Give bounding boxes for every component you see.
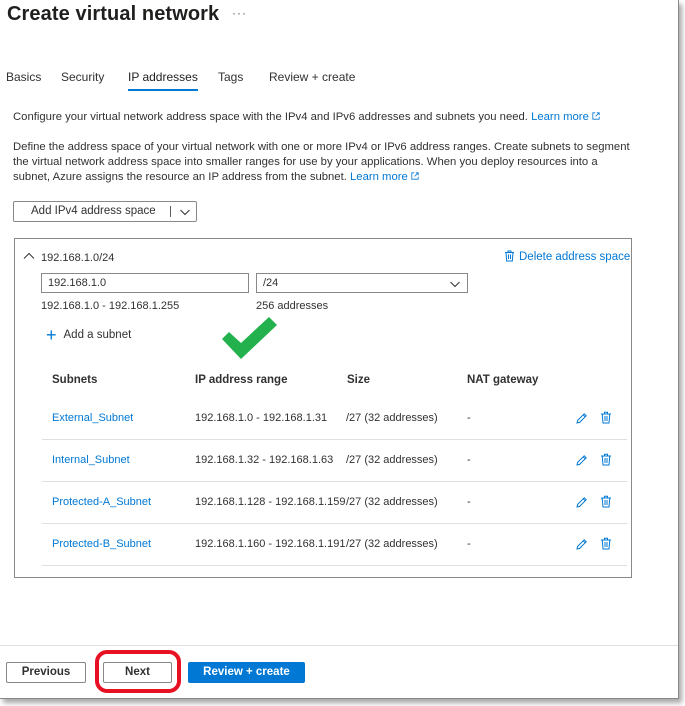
footer-divider	[0, 645, 678, 646]
tab-basics[interactable]: Basics	[6, 70, 41, 84]
column-header-nat-gateway: NAT gateway	[467, 374, 539, 386]
tab-ip-addresses[interactable]: IP addresses	[128, 70, 198, 91]
subnet-name-link[interactable]: Protected-B_Subnet	[52, 538, 151, 550]
add-subnet-button[interactable]: + Add a subnet	[46, 325, 131, 346]
subnet-name-link[interactable]: Internal_Subnet	[52, 454, 130, 466]
create-vnet-page: Create virtual network ··· Basics Securi…	[0, 0, 679, 699]
chevron-up-icon[interactable]	[23, 251, 35, 260]
subnet-nat-gateway: -	[467, 538, 471, 550]
learn-more-link-2[interactable]: Learn more	[350, 171, 408, 183]
table-row: Protected-B_Subnet 192.168.1.160 - 192.1…	[42, 524, 627, 566]
subnet-nat-gateway: -	[467, 454, 471, 466]
subnet-size: /27 (32 addresses)	[346, 412, 438, 424]
column-header-ip-range: IP address range	[195, 374, 288, 386]
subnet-nat-gateway: -	[467, 412, 471, 424]
description-text: Define the address space of your virtual…	[13, 140, 630, 185]
subnet-ip-range: 192.168.1.128 - 192.168.1.159	[195, 496, 345, 508]
description-line-1: Define the address space of your virtual…	[13, 141, 630, 153]
review-create-button[interactable]: Review + create	[188, 662, 305, 683]
pencil-icon[interactable]	[575, 454, 588, 467]
delete-address-space-button[interactable]: Delete address space	[504, 250, 630, 263]
pencil-icon[interactable]	[575, 538, 588, 551]
add-space-label: Add IPv4 address space	[31, 205, 156, 217]
trash-icon[interactable]	[600, 453, 612, 466]
subnet-ip-range: 192.168.1.32 - 192.168.1.63	[195, 454, 334, 466]
add-subnet-label: Add a subnet	[63, 329, 132, 341]
previous-button[interactable]: Previous	[6, 662, 86, 683]
chevron-down-icon	[450, 281, 460, 288]
plus-icon: +	[46, 325, 57, 345]
intro-text: Configure your virtual network address s…	[13, 110, 600, 125]
table-row: External_Subnet 192.168.1.0 - 192.168.1.…	[42, 398, 627, 440]
column-header-size: Size	[347, 374, 371, 386]
subnet-size: /27 (32 addresses)	[346, 538, 438, 550]
trash-icon[interactable]	[600, 495, 612, 508]
description-line-2: the virtual network address space into s…	[13, 156, 598, 168]
column-header-subnets: Subnets	[52, 374, 98, 386]
tab-review-create[interactable]: Review + create	[269, 70, 355, 84]
chevron-down-icon[interactable]	[179, 206, 191, 218]
address-range-text: 192.168.1.0 - 192.168.1.255	[41, 300, 180, 312]
page-title: Create virtual network	[7, 3, 220, 25]
subnet-size: /27 (32 addresses)	[346, 496, 438, 508]
add-ipv4-address-space-button[interactable]: Add IPv4 address space	[13, 201, 197, 222]
subnet-name-link[interactable]: Protected-A_Subnet	[52, 496, 151, 508]
table-row: Internal_Subnet 192.168.1.32 - 192.168.1…	[42, 440, 627, 482]
pencil-icon[interactable]	[575, 496, 588, 509]
tab-tags[interactable]: Tags	[218, 70, 243, 84]
more-options-button[interactable]: ···	[232, 6, 247, 20]
external-link-icon	[411, 172, 419, 180]
subnet-size: /27 (32 addresses)	[346, 454, 438, 466]
intro-text-body: Configure your virtual network address s…	[13, 111, 532, 123]
subnet-nat-gateway: -	[467, 496, 471, 508]
split-divider	[170, 206, 171, 217]
next-button-highlight	[95, 650, 181, 693]
learn-more-link-1[interactable]: Learn more	[531, 111, 589, 123]
tab-security[interactable]: Security	[61, 70, 104, 84]
description-line-3-text: subnet, Azure assigns the resource an IP…	[13, 171, 351, 183]
delete-address-space-label: Delete address space	[519, 251, 631, 263]
checkmark-icon	[222, 317, 277, 359]
table-row: Protected-A_Subnet 192.168.1.128 - 192.1…	[42, 482, 627, 524]
address-space-panel: 192.168.1.0/24 Delete address space 192.…	[14, 238, 632, 578]
starting-address-input[interactable]: 192.168.1.0	[41, 273, 249, 293]
address-prefix-value: /24	[263, 277, 279, 289]
trash-icon[interactable]	[600, 411, 612, 424]
subnet-name-link[interactable]: External_Subnet	[52, 412, 133, 424]
address-space-name: 192.168.1.0/24	[41, 252, 115, 264]
address-count-text: 256 addresses	[256, 300, 329, 312]
external-link-icon	[592, 112, 600, 120]
description-line-3: subnet, Azure assigns the resource an IP…	[13, 170, 630, 185]
subnet-ip-range: 192.168.1.160 - 192.168.1.191	[195, 538, 345, 550]
pencil-icon[interactable]	[575, 412, 588, 425]
address-prefix-select[interactable]: /24	[256, 273, 468, 293]
subnet-ip-range: 192.168.1.0 - 192.168.1.31	[195, 412, 328, 424]
trash-icon[interactable]	[600, 537, 612, 550]
trash-icon	[505, 250, 514, 262]
